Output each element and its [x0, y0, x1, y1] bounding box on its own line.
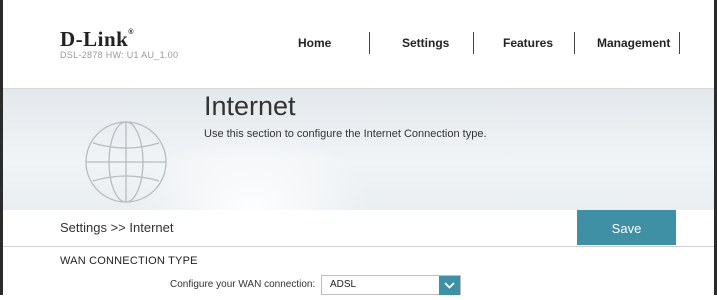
breadcrumb: Settings >> Internet	[60, 220, 174, 235]
wan-section-title: WAN CONNECTION TYPE	[60, 255, 198, 267]
page-description: Use this section to configure the Intern…	[204, 128, 487, 140]
globe-icon	[85, 121, 167, 203]
header: D-Link® DSL-2878 HW: U1 AU_1.00 Home Set…	[3, 0, 714, 89]
nav-separator	[574, 32, 575, 54]
page-banner: Internet Use this section to configure t…	[3, 89, 714, 210]
nav-separator	[473, 32, 474, 54]
save-button[interactable]: Save	[577, 210, 676, 245]
wan-connection-label: Configure your WAN connection:	[170, 279, 316, 290]
wan-connection-value: ADSL	[330, 279, 357, 290]
nav-management[interactable]: Management	[597, 36, 670, 50]
page-title: Internet	[204, 91, 296, 121]
nav-separator	[679, 32, 680, 54]
model-info: DSL-2878 HW: U1 AU_1.00	[60, 50, 179, 60]
trademark-symbol: ®	[128, 29, 135, 36]
dlink-logo[interactable]: D-Link®	[60, 27, 134, 52]
chevron-down-icon[interactable]	[439, 276, 460, 295]
nav-settings[interactable]: Settings	[402, 36, 449, 50]
nav-home[interactable]: Home	[298, 36, 331, 50]
nav-features[interactable]: Features	[503, 36, 553, 50]
nav-separator	[369, 32, 370, 54]
wan-connection-select[interactable]: ADSL	[321, 275, 461, 295]
